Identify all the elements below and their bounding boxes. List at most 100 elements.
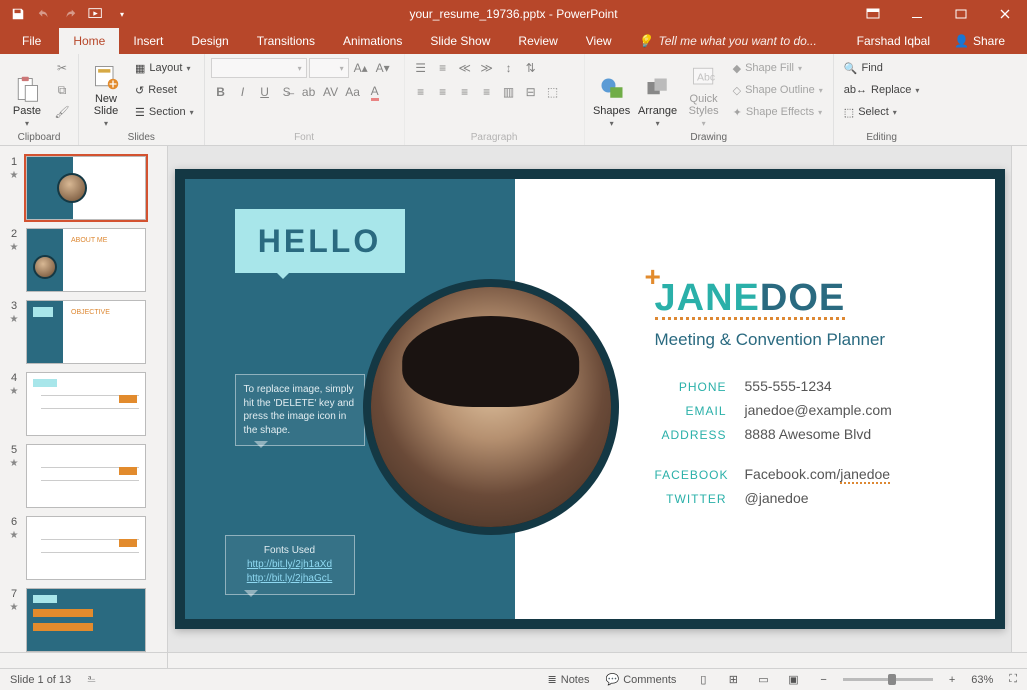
text-direction-icon[interactable]: ⇅	[521, 58, 541, 78]
columns-icon[interactable]: ▥	[499, 82, 519, 102]
align-left-icon[interactable]: ≡	[411, 82, 431, 102]
group-label-drawing: Drawing	[591, 130, 827, 143]
profile-photo	[371, 287, 611, 527]
find-button[interactable]: 🔍Find	[840, 58, 924, 78]
cut-icon[interactable]: ✂	[52, 58, 72, 78]
sorter-view-icon[interactable]: ⊞	[722, 671, 744, 689]
thumbnail-2[interactable]: 2★ ABOUT ME	[0, 224, 167, 296]
paste-button[interactable]: Paste ▾	[6, 58, 48, 130]
qat-customize-icon[interactable]: ▾	[110, 3, 134, 25]
bold-icon[interactable]: B	[211, 82, 231, 102]
tell-me-search[interactable]: 💡 Tell me what you want to do...	[626, 28, 857, 54]
slide-canvas[interactable]: HELLO To replace image, simply hit the '…	[175, 169, 1005, 629]
tab-design[interactable]: Design	[177, 28, 242, 54]
tab-file[interactable]: File	[4, 28, 59, 54]
thumbnail-5[interactable]: 5★	[0, 440, 167, 512]
normal-view-icon[interactable]: ▯	[692, 671, 714, 689]
shape-fill-button[interactable]: ◆Shape Fill▾	[729, 58, 827, 78]
spellcheck-icon[interactable]: ⎁	[87, 673, 96, 686]
redo-icon[interactable]	[58, 3, 82, 25]
profile-photo-placeholder[interactable]	[363, 279, 619, 535]
decrease-indent-icon[interactable]: ≪	[455, 58, 475, 78]
align-center-icon[interactable]: ≡	[433, 82, 453, 102]
replace-image-tip[interactable]: To replace image, simply hit the 'DELETE…	[235, 374, 365, 446]
thumbnail-6[interactable]: 6★	[0, 512, 167, 584]
thumbnail-3[interactable]: 3★ OBJECTIVE	[0, 296, 167, 368]
fonts-used-box[interactable]: Fonts Used http://bit.ly/2jh1aXd http://…	[225, 535, 355, 595]
zoom-percent[interactable]: 63%	[971, 674, 993, 686]
thumbnail-7[interactable]: 7★	[0, 584, 167, 652]
contact-info[interactable]: PHONE555-555-1234 EMAILjanedoe@example.c…	[655, 378, 995, 506]
share-button[interactable]: 👤 Share	[944, 28, 1015, 54]
ribbon-display-options-icon[interactable]	[851, 0, 895, 28]
thumbnail-4[interactable]: 4★	[0, 368, 167, 440]
numbering-icon[interactable]: ≡	[433, 58, 453, 78]
font-link-1[interactable]: http://bit.ly/2jh1aXd	[234, 558, 346, 572]
line-spacing-icon[interactable]: ↕	[499, 58, 519, 78]
thumbnail-1[interactable]: 1★	[0, 152, 167, 224]
slide-counter[interactable]: Slide 1 of 13	[10, 674, 71, 686]
tab-slideshow[interactable]: Slide Show	[416, 28, 504, 54]
case-icon[interactable]: Aa	[343, 82, 363, 102]
zoom-slider[interactable]	[843, 678, 933, 681]
select-button[interactable]: ⬚Select▾	[840, 102, 924, 122]
font-link-2[interactable]: http://bit.ly/2jhaGcL	[234, 572, 346, 586]
user-name[interactable]: Farshad Iqbal	[857, 34, 930, 48]
spacing-icon[interactable]: AV	[321, 82, 341, 102]
increase-indent-icon[interactable]: ≫	[477, 58, 497, 78]
group-slides: New Slide ▾ ▦Layout▾ ↺Reset ☰Section▾ Sl…	[79, 54, 205, 145]
section-button[interactable]: ☰Section▾	[131, 102, 198, 122]
font-size-combo[interactable]: ▾	[309, 58, 349, 78]
copy-icon[interactable]: ⧉	[52, 80, 72, 100]
zoom-out-icon[interactable]: −	[820, 674, 826, 686]
undo-icon[interactable]	[32, 3, 56, 25]
tab-transitions[interactable]: Transitions	[243, 28, 329, 54]
comments-button[interactable]: 💬Comments	[606, 673, 677, 686]
increase-font-icon[interactable]: A▴	[351, 58, 371, 78]
decrease-font-icon[interactable]: A▾	[373, 58, 393, 78]
underline-icon[interactable]: U	[255, 82, 275, 102]
close-icon[interactable]	[983, 0, 1027, 28]
arrange-button[interactable]: Arrange▾	[637, 58, 679, 130]
bullets-icon[interactable]: ☰	[411, 58, 431, 78]
hello-speech-bubble[interactable]: HELLO	[235, 209, 405, 273]
reading-view-icon[interactable]: ▭	[752, 671, 774, 689]
shadow-icon[interactable]: ab	[299, 82, 319, 102]
font-family-combo[interactable]: ▾	[211, 58, 307, 78]
slide-thumbnails-panel[interactable]: 1★ 2★ ABOUT ME 3★ OBJECTIVE 4★ 5★ 6★ 7★	[0, 146, 168, 652]
new-slide-button[interactable]: New Slide ▾	[85, 58, 127, 130]
job-title-textbox[interactable]: Meeting & Convention Planner	[655, 330, 995, 350]
shape-outline-button[interactable]: ◇Shape Outline▾	[729, 80, 827, 100]
fit-to-window-icon[interactable]: ⛶	[1009, 673, 1017, 686]
start-from-beginning-icon[interactable]	[84, 3, 108, 25]
shapes-button[interactable]: Shapes▾	[591, 58, 633, 130]
tab-home[interactable]: Home	[59, 28, 119, 54]
notes-button[interactable]: ≣Notes	[548, 673, 590, 686]
tab-insert[interactable]: Insert	[119, 28, 177, 54]
justify-icon[interactable]: ≡	[477, 82, 497, 102]
vertical-scrollbar[interactable]	[1011, 146, 1027, 652]
tab-view[interactable]: View	[572, 28, 626, 54]
align-text-icon[interactable]: ⊟	[521, 82, 541, 102]
layout-button[interactable]: ▦Layout▾	[131, 58, 198, 78]
format-painter-icon[interactable]: 🖌	[52, 102, 72, 122]
smartart-icon[interactable]: ⬚	[543, 82, 563, 102]
quick-styles-button[interactable]: Abc Quick Styles▾	[683, 58, 725, 130]
italic-icon[interactable]: I	[233, 82, 253, 102]
slide-editor[interactable]: HELLO To replace image, simply hit the '…	[168, 146, 1011, 652]
save-icon[interactable]	[6, 3, 30, 25]
maximize-icon[interactable]	[939, 0, 983, 28]
align-right-icon[interactable]: ≡	[455, 82, 475, 102]
zoom-in-icon[interactable]: +	[949, 674, 955, 686]
font-color-icon[interactable]: A	[365, 82, 385, 102]
slideshow-view-icon[interactable]: ▣	[782, 671, 804, 689]
replace-button[interactable]: ab↔Replace▾	[840, 80, 924, 100]
shape-effects-button[interactable]: ✦Shape Effects▾	[729, 102, 827, 122]
strikethrough-icon[interactable]: S̶	[277, 82, 297, 102]
minimize-icon[interactable]	[895, 0, 939, 28]
name-textbox[interactable]: JANEDOE	[655, 279, 995, 320]
reset-button[interactable]: ↺Reset	[131, 80, 198, 100]
tab-animations[interactable]: Animations	[329, 28, 416, 54]
tab-review[interactable]: Review	[504, 28, 571, 54]
horizontal-scrollbar[interactable]	[168, 653, 1027, 668]
